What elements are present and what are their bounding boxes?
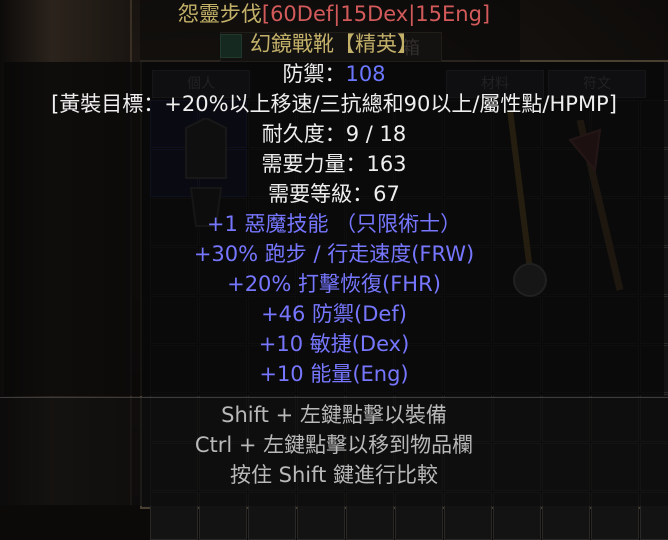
item-base-name: 幻鏡戰靴【精英】 bbox=[250, 32, 418, 56]
set-item-tag: [60Def|15Dex|15Eng] bbox=[261, 2, 491, 26]
required-strength: 需要力量：163 bbox=[261, 152, 407, 176]
mod-line: +1 惡魔技能 （只限術士） bbox=[206, 212, 462, 236]
hint-move-to-inventory: Ctrl + 左鍵點擊以移到物品欄 bbox=[194, 433, 474, 457]
goal-line: [黃裝目標：+20%以上移速/三抗總和90以上/屬性點/HPMP] bbox=[51, 92, 617, 116]
item-tooltip: 怨靈步伐[60Def|15Dex|15Eng] 幻鏡戰靴【精英】 防禦：108 … bbox=[0, 0, 668, 506]
hint-equip: Shift + 左鍵點擊以裝備 bbox=[221, 403, 447, 427]
defense-label: 防禦： bbox=[282, 62, 346, 86]
item-name-line: 怨靈步伐[60Def|15Dex|15Eng] bbox=[0, 0, 668, 28]
mod-line: +30% 跑步 / 行走速度(FRW) bbox=[193, 242, 475, 266]
durability-line: 耐久度：9 / 18 bbox=[261, 122, 407, 146]
mod-line: +20% 打擊恢復(FHR) bbox=[227, 272, 441, 296]
hint-compare: 按住 Shift 鍵進行比較 bbox=[229, 463, 439, 487]
defense-line: 防禦：108 bbox=[0, 60, 668, 88]
set-item-name: 怨靈步伐 bbox=[177, 2, 262, 26]
defense-value: 108 bbox=[345, 62, 386, 86]
required-level: 需要等級：67 bbox=[268, 182, 400, 206]
mod-line: +10 敏捷(Dex) bbox=[258, 332, 410, 356]
mod-line: +46 防禦(Def) bbox=[261, 302, 407, 326]
mod-line: +10 能量(Eng) bbox=[259, 362, 409, 386]
